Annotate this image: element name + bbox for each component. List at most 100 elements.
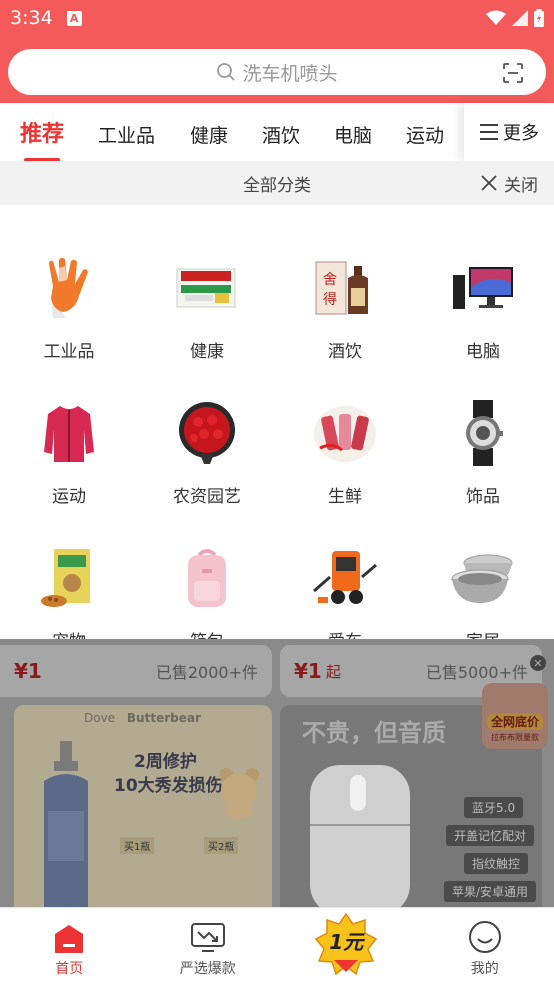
jacket-icon (34, 398, 104, 468)
nav-home-label: 首页 (55, 961, 84, 977)
category-label: 箱包 (190, 627, 224, 639)
tab-computer[interactable]: 电脑 (334, 121, 372, 148)
gloves-icon (34, 253, 104, 323)
battery-icon (534, 9, 544, 27)
category-item-sports[interactable]: 运动 (0, 398, 138, 507)
nav-profile[interactable]: 我的 (416, 908, 554, 984)
category-item-health[interactable]: 健康 (138, 253, 276, 362)
category-label: 健康 (190, 342, 224, 362)
category-label: 爱车 (328, 627, 362, 639)
nav-featured-label: 严选爆款 (179, 961, 236, 977)
category-item-car[interactable]: 爱车 (276, 543, 414, 639)
category-label: 饰品 (466, 487, 500, 507)
dismiss-badge-button[interactable]: ✕ (530, 655, 546, 671)
promo-tag1: 买1瓶 (120, 837, 155, 854)
status-icons (486, 9, 544, 27)
category-item-fresh[interactable]: 生鲜 (276, 398, 414, 507)
svg-text:得: 得 (323, 291, 337, 308)
desktop-computer-icon (448, 253, 518, 323)
promo-brand-2: Butterbear (126, 711, 201, 725)
category-item-computer[interactable]: 电脑 (414, 253, 552, 362)
badge-line2: 拉布布限量款 (491, 733, 539, 742)
steel-bowl-icon (448, 543, 518, 613)
search-placeholder: 洗车机喷头 (242, 62, 338, 85)
promo-feature: 指纹触控 (464, 853, 529, 874)
bear-icon (219, 768, 259, 819)
bottom-navigation: 首页 严选爆款 1元 我的 (0, 907, 554, 984)
promo-line1: 2周修护 (134, 752, 197, 772)
tv-trend-icon (190, 923, 225, 952)
earbuds-case-icon (310, 765, 410, 907)
one-yuan-badge-icon: 1元 (314, 912, 378, 976)
category-item-accessories[interactable]: 饰品 (414, 398, 552, 507)
category-item-bags[interactable]: 箱包 (138, 543, 276, 639)
backpack-icon (172, 543, 242, 613)
category-item-drinks[interactable]: 舍得 酒饮 (276, 253, 414, 362)
search-bar[interactable]: 洗车机喷头 (8, 49, 546, 95)
watch-icon (448, 398, 518, 468)
medicine-box-icon (172, 253, 242, 323)
tab-health[interactable]: 健康 (190, 121, 228, 148)
promo-card-shampoo[interactable]: Dove Butterbear 2周修护 10大秀发损伤 买1瓶 买2瓶 (14, 705, 272, 907)
category-label: 电脑 (466, 342, 500, 362)
deal-price-suffix: 起 (325, 662, 341, 681)
category-item-pets[interactable]: 宠物 (0, 543, 138, 639)
promo-line2: 10大秀发损伤 (114, 776, 223, 796)
nav-profile-label: 我的 (470, 961, 499, 977)
search-icon (217, 63, 236, 81)
wifi-icon (486, 10, 506, 25)
signal-icon (512, 10, 528, 26)
category-label: 生鲜 (328, 487, 362, 507)
category-label: 农资园艺 (173, 487, 241, 507)
nav-one-yuan[interactable]: 1元 (277, 908, 416, 984)
nav-home[interactable]: 首页 (0, 908, 139, 984)
category-label: 酒饮 (328, 342, 362, 362)
deal-sold: 已售2000+件 (155, 663, 258, 682)
tab-recommend[interactable]: 推荐 (20, 116, 65, 162)
category-label: 工业品 (43, 342, 95, 362)
tab-industrial[interactable]: 工业品 (98, 121, 155, 148)
home-icon (55, 925, 84, 953)
close-icon (481, 175, 497, 191)
tab-drinks[interactable]: 酒饮 (262, 121, 300, 148)
all-categories-header: 全部分类 关闭 (0, 161, 554, 205)
meat-icon (310, 398, 380, 468)
tab-sports[interactable]: 运动 (406, 121, 444, 148)
floating-promo-badge[interactable]: 全网底价 拉布布限量款 (482, 683, 548, 749)
more-label: 更多 (503, 123, 539, 144)
deal-card[interactable]: ¥1 已售2000+件 (0, 645, 272, 697)
category-grid: 工业品 健康 舍得 酒饮 电脑 运动 农资园艺 生鲜 饰品 (0, 205, 554, 639)
status-bar: 3:34 A (0, 0, 554, 36)
pet-food-icon (34, 543, 104, 613)
notification-icon: A (66, 10, 82, 26)
badge-line1: 全网底价 (486, 713, 543, 730)
scan-icon[interactable] (502, 62, 524, 84)
deal-price: ¥1 (14, 659, 42, 683)
category-item-home[interactable]: 家居 (414, 543, 552, 639)
more-categories-button[interactable]: 更多 (464, 103, 554, 161)
one-yuan-label: 1元 (329, 930, 364, 954)
category-label: 家居 (466, 627, 500, 639)
deal-price: ¥1 (294, 659, 322, 683)
shampoo-bottle-icon (44, 741, 88, 907)
category-label: 宠物 (52, 627, 86, 639)
close-label: 关闭 (504, 175, 538, 196)
promo-tag2: 买2瓶 (204, 837, 239, 854)
category-item-industrial[interactable]: 工业品 (0, 253, 138, 362)
app-header: 3:34 A 洗车机喷头 (0, 0, 554, 103)
category-item-gardening[interactable]: 农资园艺 (138, 398, 276, 507)
nav-featured[interactable]: 严选爆款 (139, 908, 278, 984)
promo-feature: 苹果/安卓通用 (444, 881, 537, 902)
promo-feature: 蓝牙5.0 (464, 797, 524, 818)
flower-bouquet-icon (172, 398, 242, 468)
close-button[interactable]: 关闭 (480, 171, 538, 196)
category-tabs: 推荐 工业品 健康 酒饮 电脑 运动 更多 (0, 103, 554, 162)
promo-feature: 开盖记忆配对 (446, 825, 535, 846)
tab-label: 推荐 (20, 122, 65, 147)
menu-icon (480, 124, 498, 140)
smiley-icon (468, 921, 501, 953)
dimmed-overlay[interactable]: ¥1 已售2000+件 ¥1 起 已售5000+件 ✕ Dove Butterb… (0, 639, 554, 907)
liquor-icon: 舍得 (310, 253, 380, 323)
promo-brand: Dove Butterbear (84, 711, 201, 725)
promo-headline: 不贵，但音质 (302, 719, 446, 747)
